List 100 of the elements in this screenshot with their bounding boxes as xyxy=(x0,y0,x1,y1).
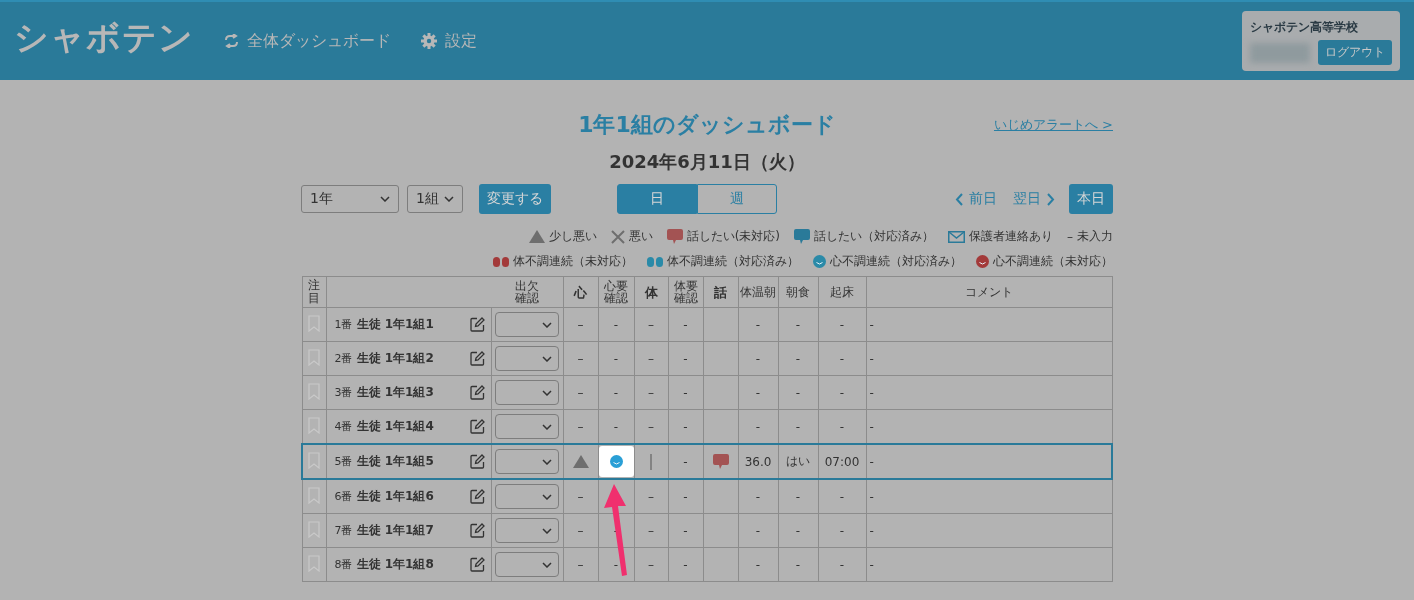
student-number: 8番 xyxy=(334,557,353,572)
cell-value: 07:00 xyxy=(824,454,860,469)
student-number: 3番 xyxy=(334,385,353,400)
cell-value: - xyxy=(755,317,761,332)
nav-link[interactable]: 全体ダッシュボード xyxy=(247,30,391,52)
view-tab[interactable]: 日 xyxy=(617,184,697,214)
column-header: 体温朝 xyxy=(738,276,778,308)
chevron-down-icon xyxy=(542,355,552,362)
cell-value: - xyxy=(683,557,688,572)
cell-value: - xyxy=(613,351,619,366)
cell-value: - xyxy=(839,489,845,504)
comment-text: - xyxy=(869,419,874,434)
cell-value: – xyxy=(577,489,584,504)
cell-value: - xyxy=(795,385,801,400)
chevron-down-icon xyxy=(542,321,552,328)
chevron-down-icon xyxy=(542,493,552,500)
next-day-link[interactable]: 翌日 xyxy=(1013,190,1055,208)
column-header: 心要確認 xyxy=(598,276,634,308)
attendance-select[interactable] xyxy=(495,484,559,509)
cell-value: - xyxy=(613,557,619,572)
bullying-alert-link[interactable]: いじめアラートへ > xyxy=(993,116,1113,134)
legend-label: 未入力 xyxy=(1077,228,1113,245)
comment-text: - xyxy=(869,317,874,332)
cell-value: - xyxy=(795,557,801,572)
comment-text: - xyxy=(869,523,874,538)
app-logo[interactable]: シャボテン xyxy=(14,15,194,61)
edit-icon[interactable] xyxy=(469,351,485,366)
student-name[interactable]: 生徒 1年1組7 xyxy=(356,522,434,539)
student-name[interactable]: 生徒 1年1組3 xyxy=(356,384,434,401)
cell-value: – xyxy=(648,385,654,400)
edit-icon[interactable] xyxy=(469,317,485,332)
today-button[interactable]: 本日 xyxy=(1069,184,1113,214)
view-tab[interactable]: 週 xyxy=(697,184,777,214)
attendance-select[interactable] xyxy=(495,449,559,474)
date-heading: 2024年6月11日（火） xyxy=(608,150,806,174)
attendance-select[interactable] xyxy=(495,552,559,577)
edit-icon[interactable] xyxy=(469,385,485,400)
student-number: 5番 xyxy=(334,454,353,469)
student-number: 4番 xyxy=(334,419,353,434)
edit-icon[interactable] xyxy=(469,523,485,538)
column-header: 体要確認 xyxy=(668,276,703,308)
dropdown[interactable]: 1年 xyxy=(301,185,399,213)
cell-value: – xyxy=(577,385,584,400)
chevron-down-icon xyxy=(542,561,552,568)
nav-link[interactable]: 設定 xyxy=(445,30,477,52)
column-header: コメント xyxy=(866,276,1112,308)
edit-icon[interactable] xyxy=(469,419,485,434)
cell-value: – xyxy=(577,523,584,538)
student-number: 1番 xyxy=(334,317,353,332)
cell-value: – xyxy=(648,489,654,504)
student-name[interactable]: 生徒 1年1組2 xyxy=(356,350,434,367)
cell-value: - xyxy=(613,317,619,332)
student-name[interactable]: 生徒 1年1組8 xyxy=(356,556,434,573)
attendance-select[interactable] xyxy=(495,518,559,543)
legend-label: 話したい(未対応) xyxy=(686,228,780,245)
logout-button[interactable]: ログアウト xyxy=(1318,40,1392,65)
cell-value: - xyxy=(613,523,619,538)
comment-text: - xyxy=(869,557,874,572)
cell-value: - xyxy=(795,419,801,434)
change-button[interactable]: 変更する xyxy=(479,184,551,214)
legend-label: 少し悪い xyxy=(548,228,597,245)
previous-day-link[interactable]: 前日 xyxy=(955,190,997,208)
legend-label: 話したい（対応済み） xyxy=(814,228,934,245)
student-name[interactable]: 生徒 1年1組4 xyxy=(356,418,434,435)
legend-label: 心不調連続（未対応） xyxy=(993,253,1113,270)
student-name[interactable]: 生徒 1年1組6 xyxy=(356,488,434,505)
attendance-select[interactable] xyxy=(495,414,559,439)
attendance-select[interactable] xyxy=(495,312,559,337)
cell-value: – xyxy=(577,557,584,572)
cell-value: – xyxy=(648,351,654,366)
cell-value: - xyxy=(839,317,845,332)
cell-value: - xyxy=(683,385,688,400)
cell-value: - xyxy=(839,523,845,538)
cell-value: - xyxy=(839,419,845,434)
edit-icon[interactable] xyxy=(469,489,485,504)
cell-value: – xyxy=(577,351,584,366)
chevron-left-icon xyxy=(955,192,963,206)
edit-icon[interactable] xyxy=(469,454,485,469)
cell-value: - xyxy=(795,351,801,366)
cell-value: - xyxy=(613,419,619,434)
attendance-select[interactable] xyxy=(495,346,559,371)
legend-label: 悪い xyxy=(628,228,653,245)
student-name[interactable]: 生徒 1年1組5 xyxy=(356,453,434,470)
column-header: 注目 xyxy=(302,276,326,308)
chevron-down-icon xyxy=(542,423,552,430)
edit-icon[interactable] xyxy=(469,557,485,572)
chevron-down-icon xyxy=(542,527,552,534)
legend-label: 体不調連続（未対応） xyxy=(513,253,633,270)
cell-value: - xyxy=(755,489,761,504)
cell-value: - xyxy=(755,419,761,434)
dash-symbol: – xyxy=(1067,229,1073,244)
chevron-down-icon xyxy=(542,389,552,396)
cell-value: - xyxy=(795,523,801,538)
cross-icon xyxy=(610,229,625,244)
attendance-select[interactable] xyxy=(495,380,559,405)
column-header: 心 xyxy=(563,276,598,308)
dropdown[interactable]: 1組 xyxy=(407,185,463,213)
comment-text: - xyxy=(869,489,874,504)
cell-value: - xyxy=(839,385,845,400)
student-name[interactable]: 生徒 1年1組1 xyxy=(356,316,434,333)
